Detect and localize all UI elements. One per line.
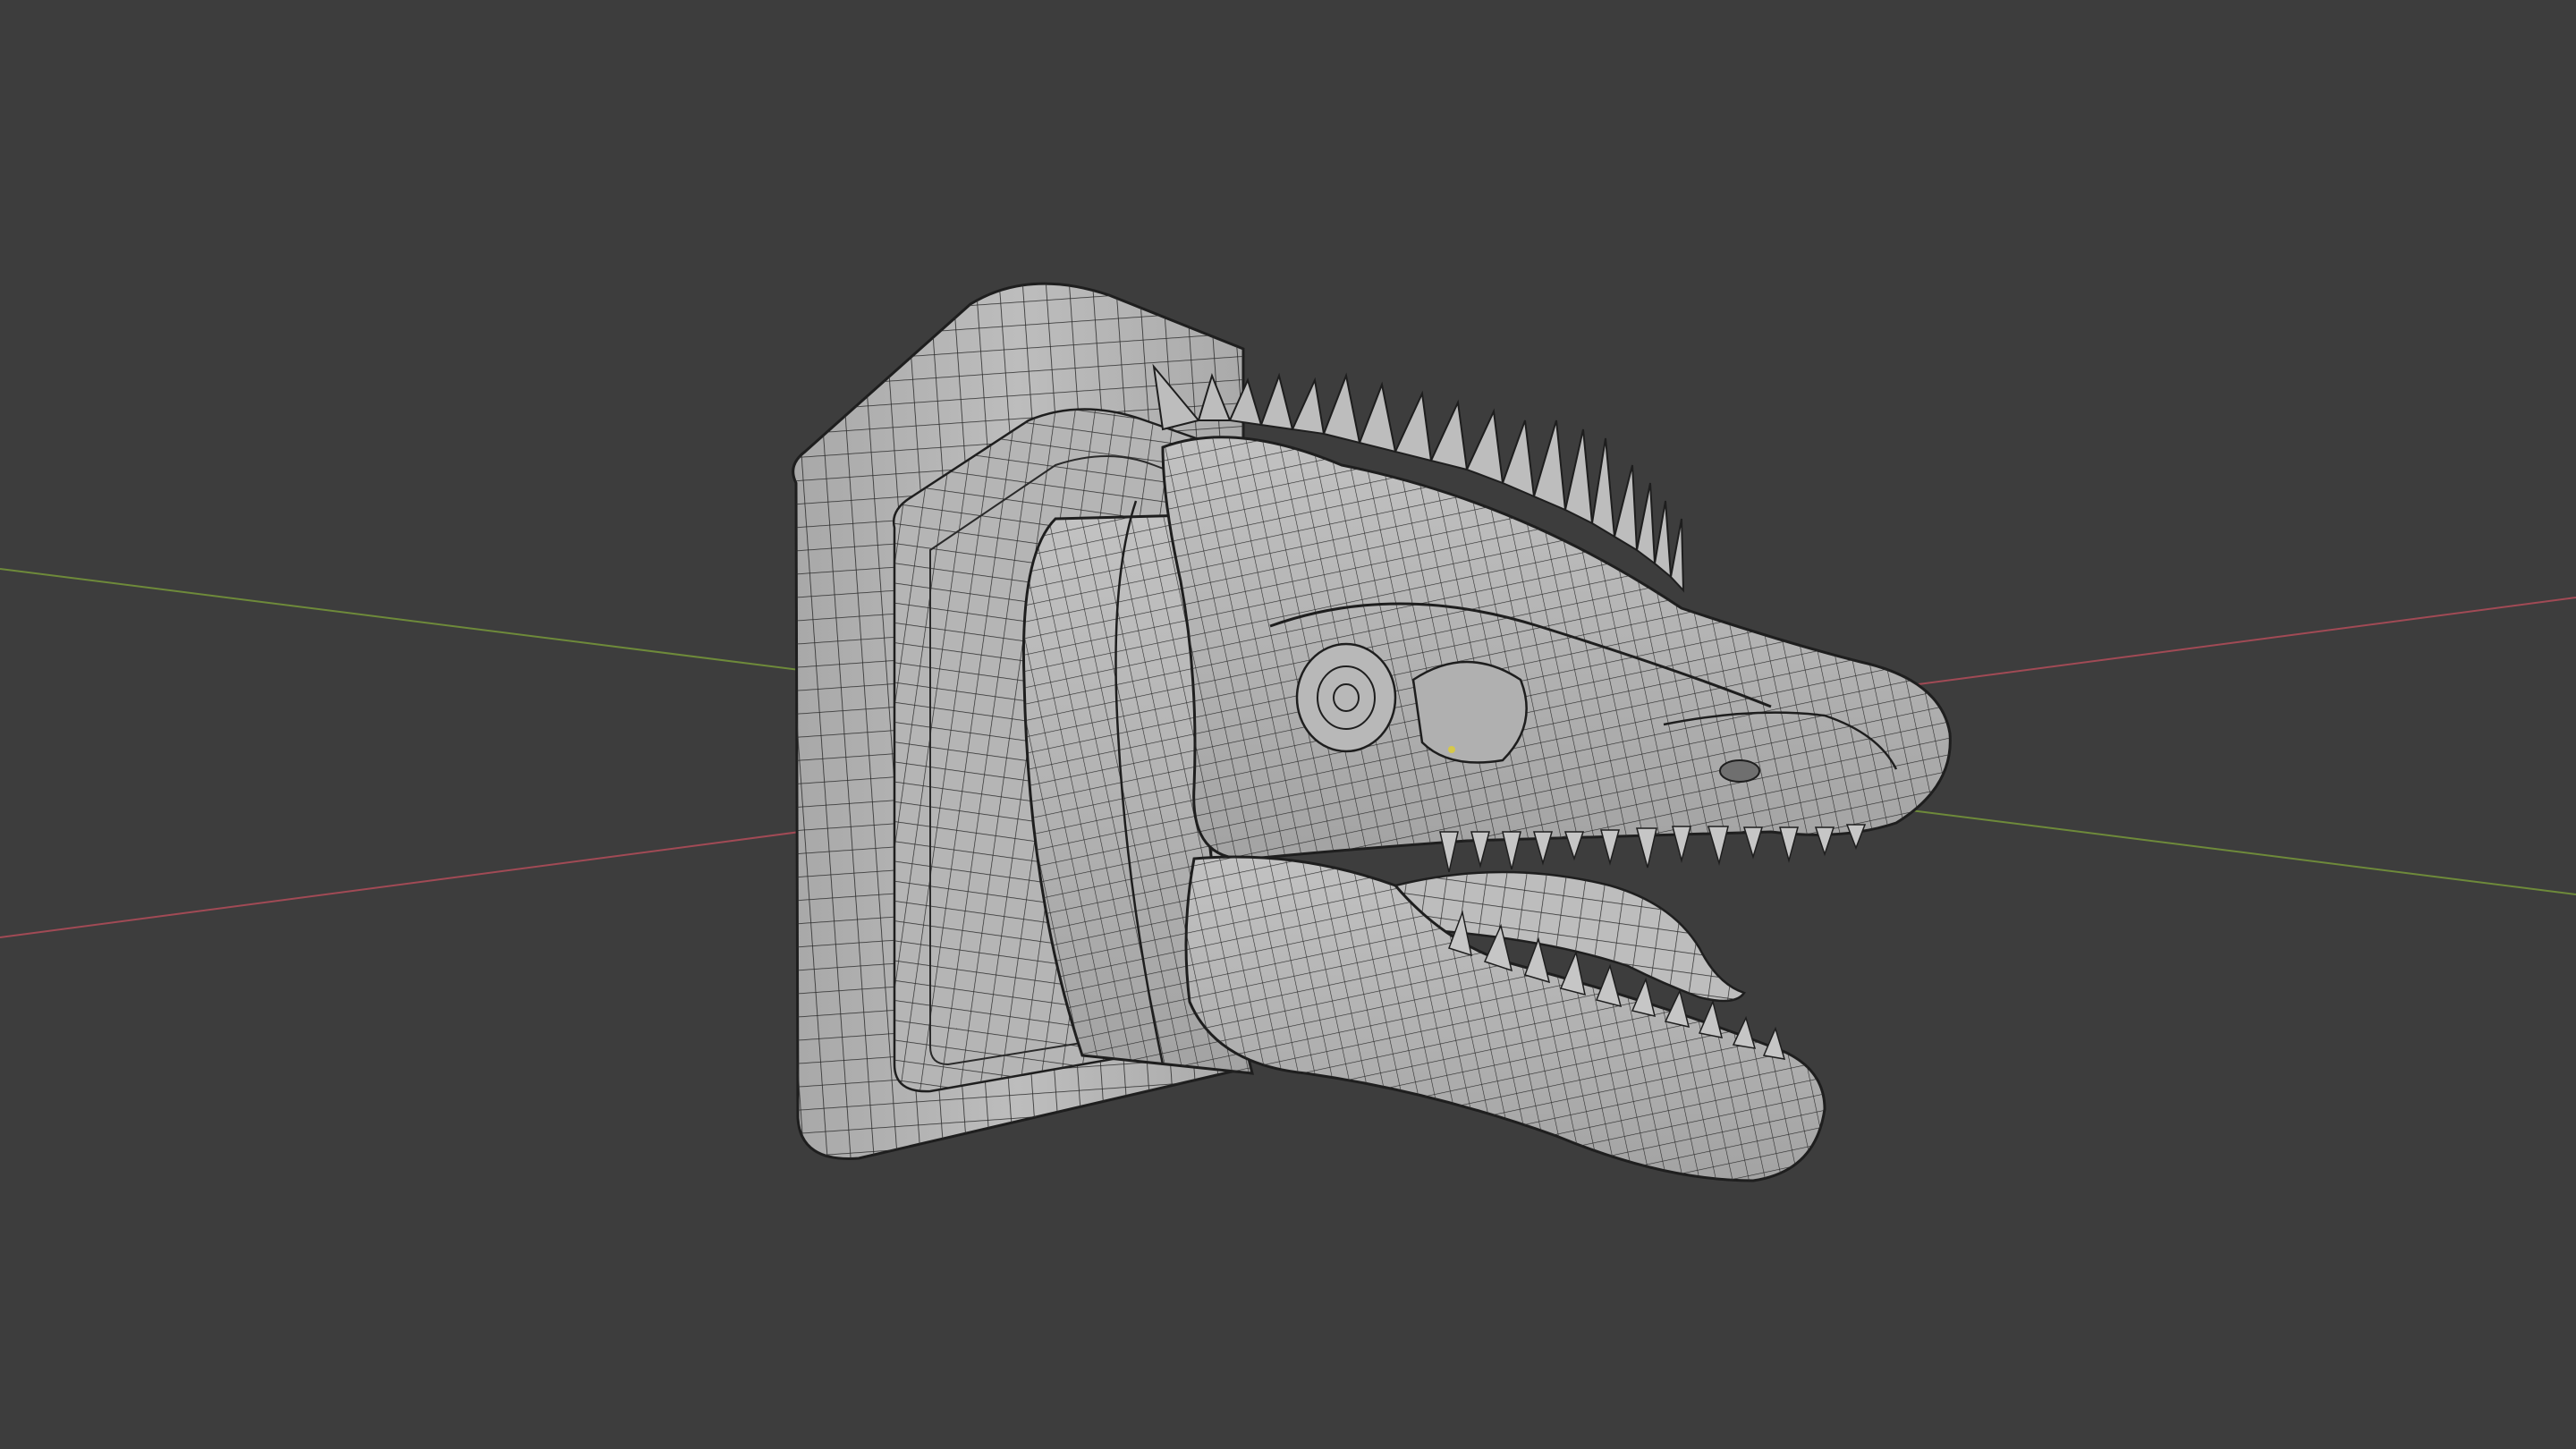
eye-socket: [1295, 642, 1397, 753]
object-origin[interactable]: [1448, 746, 1455, 753]
viewport-canvas[interactable]: [0, 0, 2576, 1449]
nostril: [1719, 759, 1760, 783]
3d-viewport[interactable]: wireframe-mesh: [0, 0, 2576, 1449]
